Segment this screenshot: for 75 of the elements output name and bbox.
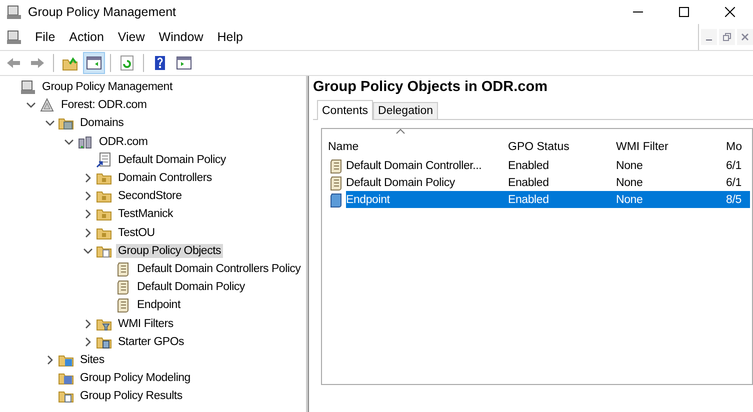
table-cell-text: 6/1 (725, 176, 742, 190)
table-cell-text: Default Domain Policy (346, 176, 456, 190)
tree-item[interactable]: TestManick (116, 207, 176, 222)
minimize-button[interactable] (701, 29, 717, 45)
column-header[interactable]: Mo (720, 141, 750, 153)
chevron-down-icon[interactable] (26, 100, 36, 110)
console-icon (6, 4, 22, 20)
scroll-icon (115, 297, 131, 314)
scroll-icon (328, 192, 344, 208)
menu-item[interactable]: Help (210, 27, 250, 47)
column-header[interactable]: GPO Status (502, 141, 610, 153)
tree-item[interactable]: Domain Controllers (116, 171, 214, 186)
column-header[interactable]: WMI Filter (610, 141, 720, 153)
triangle-icon (39, 97, 55, 114)
tree-item[interactable]: SecondStore (116, 189, 184, 204)
tree-item[interactable]: Endpoint (135, 298, 182, 312)
tab[interactable]: Delegation (373, 102, 438, 119)
maximize-icon (679, 7, 689, 17)
menu-item[interactable]: Window (152, 27, 210, 47)
tree-item[interactable]: WMI Filters (116, 316, 176, 331)
chevron-down-icon[interactable] (45, 118, 55, 128)
menu-item[interactable]: Action (62, 27, 111, 47)
minimize-icon (706, 38, 712, 40)
tree-item[interactable]: Group Policy Results (78, 389, 184, 404)
chevron-right-icon[interactable] (83, 173, 93, 184)
chevron-right-icon[interactable] (45, 354, 55, 365)
document-link-icon (96, 152, 112, 168)
table-cell-text: None (615, 176, 644, 190)
scroll-icon (328, 158, 344, 174)
tab[interactable]: Contents (317, 100, 374, 120)
menu-item[interactable]: File (28, 27, 62, 47)
restore-icon (723, 33, 731, 41)
column-header[interactable]: Name (322, 141, 502, 153)
console-icon (6, 29, 22, 45)
chevron-right-icon[interactable] (83, 191, 93, 202)
table-cell: Endpoint (346, 191, 502, 208)
chevron-right-icon[interactable] (83, 209, 93, 220)
sort-caret-icon (396, 129, 405, 134)
table-cell-text: Enabled (507, 176, 550, 190)
table-cell-text: None (615, 158, 644, 174)
tree-item[interactable]: TestOU (116, 226, 157, 240)
table-cell: Enabled (502, 191, 610, 208)
table-cell-text: Default Domain Controller... (346, 158, 483, 174)
show-tree-icon[interactable] (83, 52, 105, 74)
table-cell-text: 6/1 (725, 158, 742, 174)
tree-item[interactable]: Group Policy Management (40, 80, 174, 94)
tree-item[interactable]: Default Domain Controllers Policy (135, 262, 303, 276)
tree-item[interactable]: Sites (78, 352, 106, 367)
chevron-right-icon[interactable] (83, 228, 93, 238)
chevron-down-icon[interactable] (64, 136, 74, 147)
tree-item[interactable]: ODR.com (97, 134, 150, 149)
scroll-icon (328, 174, 344, 190)
window-title: Group Policy Management (28, 5, 177, 19)
close-icon (741, 33, 749, 41)
tree-item[interactable]: Forest: ODR.com (59, 98, 149, 112)
restore-button[interactable] (719, 29, 735, 45)
pane-title: Group Policy Objects in ODR.com (313, 79, 548, 97)
chevron-down-icon[interactable] (83, 246, 93, 256)
tree-item[interactable]: Default Domain Policy (135, 280, 247, 294)
close-icon (725, 7, 735, 17)
server-icon (77, 134, 93, 150)
tree-item[interactable]: Domains (78, 116, 126, 130)
menu-item[interactable]: View (110, 27, 152, 47)
table-cell: 8/5 (720, 191, 750, 208)
chevron-right-icon[interactable] (83, 336, 93, 347)
table-cell: None (610, 191, 720, 208)
scroll-icon (115, 260, 131, 277)
tree-item[interactable]: Group Policy Modeling (78, 371, 192, 386)
table-cell-text: Enabled (507, 158, 550, 174)
console-icon (20, 79, 36, 96)
tree-item[interactable]: Group Policy Objects (116, 244, 224, 258)
tree-item[interactable]: Default Domain Policy (116, 152, 228, 167)
scroll-icon (115, 279, 131, 296)
tree-item[interactable]: Starter GPOs (116, 334, 186, 349)
chevron-right-icon[interactable] (83, 318, 93, 329)
